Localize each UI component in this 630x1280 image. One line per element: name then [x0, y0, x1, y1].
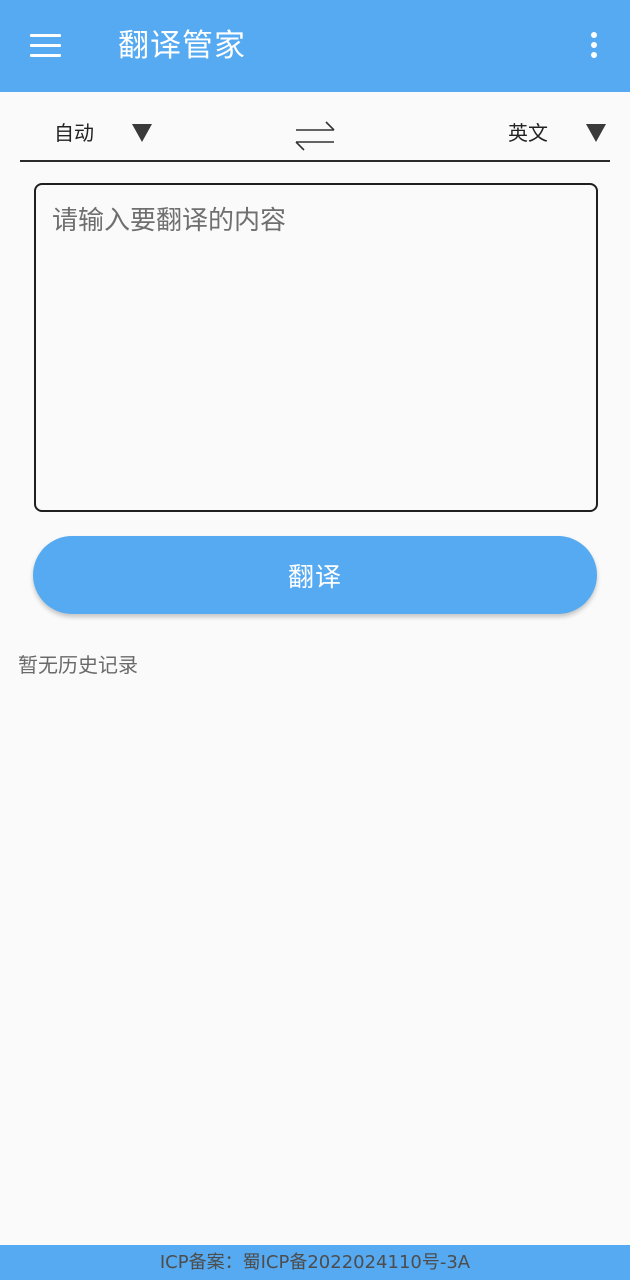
- triangle-down-icon: [586, 124, 606, 142]
- translate-button[interactable]: 翻译: [33, 536, 597, 614]
- history-empty-text: 暂无历史记录: [18, 653, 138, 677]
- swap-languages-button[interactable]: [290, 116, 340, 156]
- translation-input-box: [34, 183, 598, 512]
- more-options-button[interactable]: [582, 28, 606, 64]
- menu-button[interactable]: [28, 31, 64, 61]
- icp-record-text: ICP备案：蜀ICP备2022024110号-3A: [159, 1252, 471, 1273]
- app-title: 翻译管家: [118, 28, 246, 64]
- target-language-label: 英文: [508, 121, 548, 145]
- source-language-dropdown[interactable]: 自动: [20, 116, 170, 150]
- triangle-down-icon: [132, 124, 152, 142]
- target-language-dropdown[interactable]: 英文: [490, 116, 610, 150]
- language-selector-bar: 自动 英文: [20, 104, 610, 162]
- translation-input[interactable]: [36, 185, 596, 510]
- footer-bar: ICP备案：蜀ICP备2022024110号-3A: [0, 1245, 630, 1280]
- swap-arrows-icon: [295, 121, 335, 151]
- app-bar: 翻译管家: [0, 0, 630, 92]
- source-language-label: 自动: [54, 121, 94, 145]
